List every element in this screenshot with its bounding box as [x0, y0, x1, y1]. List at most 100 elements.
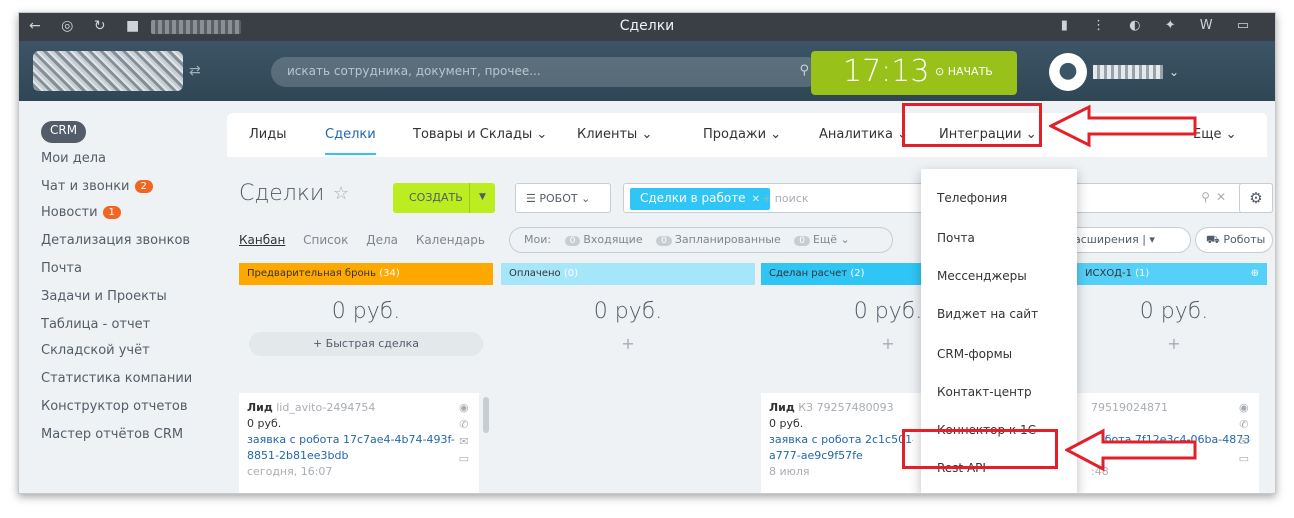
- card-link-2[interactable]: 8851-2b81ee3bdb: [247, 449, 471, 462]
- add-deal-button[interactable]: +: [501, 334, 755, 353]
- sidebar-item-crm[interactable]: CRM: [41, 121, 87, 143]
- counter-incoming[interactable]: Входящие: [583, 233, 642, 246]
- robot-icon: ⛟: [1206, 233, 1220, 246]
- phone-icon[interactable]: ✆: [459, 416, 469, 433]
- search-clear-icon[interactable]: ⚲✕: [1201, 190, 1232, 204]
- chevron-down-icon[interactable]: ▼: [469, 183, 495, 213]
- browser-titlebar: ← ◎ ↻ ■ Сделки ▮ ⋮ ◐ ✦ W ▭: [19, 13, 1275, 41]
- column-sum: 0 руб.: [593, 299, 663, 324]
- chat-icon[interactable]: ▭: [1239, 450, 1249, 467]
- filter-chip[interactable]: Сделки в работе ✕: [630, 188, 770, 210]
- extensions-button[interactable]: асширения | ▾: [1065, 227, 1191, 253]
- menu-toggle-icon[interactable]: ⇄: [189, 63, 201, 79]
- robots-button[interactable]: ⛟ Роботы: [1195, 227, 1273, 253]
- menu-item-messengers[interactable]: Мессенджеры: [937, 269, 1027, 283]
- column-header[interactable]: Предварительная бронь (34): [239, 263, 493, 285]
- tab-products[interactable]: Товары и Склады ⌄: [413, 127, 547, 142]
- sidebar-item-mail[interactable]: Почта: [41, 261, 82, 276]
- card-link[interactable]: заявка с робота 17c7ae4-4b74-493f-: [247, 433, 471, 446]
- left-sidebar: CRM Мои дела Чат и звонки 2 Новости 1 Дета…: [19, 101, 219, 493]
- portal-header: ⇄ искать сотрудника, документ, прочее...…: [19, 41, 1275, 101]
- sidebar-item-report-builder[interactable]: Конструктор отчетов: [41, 399, 188, 414]
- filter-lines-icon: ☰: [526, 192, 536, 205]
- sidebar-item-report-table[interactable]: Таблица - отчет: [41, 317, 150, 332]
- menu-item-crm-forms[interactable]: CRM-формы: [937, 347, 1012, 361]
- arrow-left-icon: [1049, 104, 1197, 148]
- lead-id: lid_avito-2494754: [276, 401, 376, 414]
- tab-deals[interactable]: Сделки: [325, 127, 376, 155]
- filter-chip-label: Сделки в работе: [640, 191, 746, 205]
- menu-item-mail[interactable]: Почта: [937, 231, 975, 245]
- sidebar-item-crm-reports[interactable]: Мастер отчётов CRM: [41, 427, 183, 442]
- close-icon[interactable]: ✕: [752, 194, 760, 205]
- sidebar-item-call-details[interactable]: Детализация звонков: [41, 233, 190, 248]
- extensions-label: асширения: [1074, 233, 1139, 246]
- card-link[interactable]: заявка с робота 2c1c5014-cca: [769, 433, 913, 446]
- column-header[interactable]: Оплачено (0): [501, 263, 755, 285]
- sidebar-item-warehouse[interactable]: Складской учёт: [41, 343, 150, 358]
- card-amount: 0 руб.: [247, 417, 282, 430]
- counter-more[interactable]: Ещё ⌄: [813, 233, 850, 246]
- card-date: 8 июля: [769, 465, 810, 478]
- app-window: ← ◎ ↻ ■ Сделки ▮ ⋮ ◐ ✦ W ▭ ⇄ искать сотр…: [18, 12, 1276, 494]
- sidebar-item-label: Мастер отчётов CRM: [41, 427, 184, 442]
- arrow-left-icon: [1065, 428, 1197, 472]
- sidebar-item-my-tasks[interactable]: Мои дела: [41, 151, 106, 166]
- view-kanban[interactable]: Канбан: [239, 233, 285, 247]
- counter-badge: 0: [656, 236, 672, 246]
- sidebar-item-label: Складской учёт: [41, 343, 150, 358]
- create-button[interactable]: СОЗДАТЬ ▼: [393, 183, 495, 213]
- column-sum: 0 руб.: [331, 299, 401, 324]
- lead-label: Лид: [769, 401, 795, 414]
- menu-item-site-widget[interactable]: Виджет на сайт: [937, 307, 1038, 321]
- tab-leads[interactable]: Лиды: [249, 127, 286, 142]
- window-controls-icon[interactable]: ▮ ⋮ ◐ ✦ W ▭: [1061, 18, 1259, 33]
- gear-icon[interactable]: ⚙: [1239, 183, 1273, 213]
- chat-icon[interactable]: ▭: [459, 450, 469, 467]
- menu-item-telephony[interactable]: Телефония: [937, 191, 1007, 205]
- sidebar-item-tasks-projects[interactable]: Задачи и Проекты: [41, 289, 167, 304]
- mail-icon[interactable]: ✉: [1239, 433, 1249, 450]
- sidebar-item-news[interactable]: Новости 1: [41, 205, 121, 220]
- activity-icon[interactable]: ◉: [1239, 399, 1249, 416]
- card-lead: 79519024871: [1091, 401, 1251, 414]
- global-search-input[interactable]: искать сотрудника, документ, прочее... ⚲: [271, 57, 821, 87]
- deal-card[interactable]: Лид КЗ 79257480093 0 руб. заявка с робот…: [761, 393, 921, 493]
- card-lead: Лид lid_avito-2494754: [247, 401, 471, 414]
- card-date: сегодня, 16:07: [247, 465, 333, 478]
- robots-label: Роботы: [1223, 233, 1266, 246]
- robot-button[interactable]: ☰ РОБОТ ⌄: [515, 183, 611, 213]
- sidebar-item-chat[interactable]: Чат и звонки 2: [41, 179, 153, 194]
- mail-icon[interactable]: ✉: [459, 433, 469, 450]
- view-calendar[interactable]: Календарь: [416, 233, 485, 247]
- tab-more[interactable]: Еще ⌄: [1193, 127, 1236, 142]
- kanban-column: Предварительная бронь (34) 0 руб. + Быст…: [239, 263, 493, 493]
- quick-deal-button[interactable]: + Быстрая сделка: [249, 332, 483, 356]
- card-link-2[interactable]: a777-ae9c9f57fe: [769, 449, 913, 462]
- user-name-blurred[interactable]: [1093, 65, 1163, 79]
- tab-analytics[interactable]: Аналитика ⌄: [819, 127, 908, 142]
- sidebar-item-label: Детализация звонков: [41, 233, 191, 248]
- view-activities[interactable]: Дела: [366, 233, 398, 247]
- plus-icon[interactable]: ⊕: [1251, 268, 1259, 279]
- tab-clients[interactable]: Клиенты ⌄: [577, 127, 652, 142]
- deal-card[interactable]: Лид lid_avito-2494754 0 руб. заявка с ро…: [239, 393, 479, 493]
- work-timer-button[interactable]: 17:13 ⊙ НАЧАТЬ: [811, 51, 1017, 95]
- tab-sales[interactable]: Продажи ⌄: [703, 127, 781, 142]
- menu-item-contact-center[interactable]: Контакт-центр: [937, 385, 1032, 399]
- company-logo[interactable]: [33, 51, 183, 91]
- search-icon[interactable]: ⚲: [799, 63, 809, 78]
- view-list[interactable]: Список: [303, 233, 348, 247]
- scrollbar[interactable]: [483, 397, 489, 433]
- column-title: ИСХОД-1: [1085, 268, 1132, 279]
- column-title: Оплачено: [509, 268, 561, 279]
- star-icon[interactable]: ☆: [333, 183, 349, 204]
- counter-planned[interactable]: Запланированные: [675, 233, 781, 246]
- user-avatar-icon[interactable]: ●: [1049, 53, 1087, 91]
- counter-badge: 1: [102, 206, 121, 219]
- activity-icon[interactable]: ◉: [459, 399, 469, 416]
- start-workday-label: ⊙ НАЧАТЬ: [935, 65, 993, 78]
- chevron-down-icon[interactable]: ⌄: [1169, 65, 1179, 79]
- sidebar-item-company-stats[interactable]: Статистика компании: [41, 371, 192, 386]
- phone-icon[interactable]: ✆: [1239, 416, 1249, 433]
